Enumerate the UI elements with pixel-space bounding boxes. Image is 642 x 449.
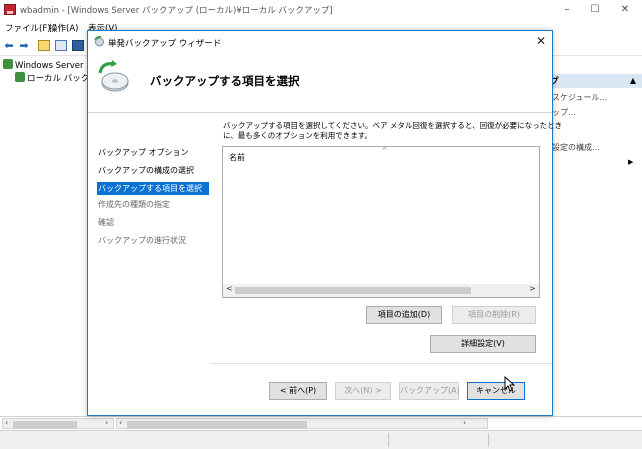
scroll-left-icon[interactable]: < xyxy=(226,284,233,293)
wizard-steps: バックアップ オプション バックアップの構成の選択 バックアップする項目を選択 … xyxy=(88,114,210,415)
menu-action[interactable]: 操作(A) xyxy=(49,22,78,34)
result-scroll-thumb[interactable] xyxy=(127,421,307,428)
show-hide-tree-icon[interactable] xyxy=(55,40,67,51)
step-backup-configuration[interactable]: バックアップの構成の選択 xyxy=(97,164,209,177)
wizard-titlebar: 単発バックアップ ウィザード ✕ xyxy=(88,31,552,53)
tree-scroll-thumb[interactable] xyxy=(13,421,77,428)
action-configure-settings[interactable]: 設定の構成... xyxy=(552,142,600,153)
action-backup-schedule[interactable]: スケジュール... xyxy=(552,92,607,103)
one-time-backup-wizard: 単発バックアップ ウィザード ✕ バックアップする項目を選択 バックアップ オプ… xyxy=(87,30,563,416)
status-divider xyxy=(388,433,389,447)
list-horizontal-scrollbar[interactable]: < > xyxy=(223,284,539,297)
wbadmin-app-icon xyxy=(4,4,16,15)
advanced-settings-button[interactable]: 詳細設定(V) xyxy=(430,335,536,353)
list-scroll-thumb[interactable] xyxy=(235,287,471,294)
next-button[interactable]: 次へ(N) > xyxy=(335,382,391,400)
step-backup-progress: バックアップの進行状況 xyxy=(98,236,186,245)
tree-scrollbar[interactable]: ‹ › xyxy=(2,418,114,429)
instruction-line-1: バックアップする項目を選択してください。ベア メタル回復を選択すると、回復が必要… xyxy=(223,121,563,130)
help-icon[interactable] xyxy=(72,40,84,51)
wizard-title: 単発バックアップ ウィザード xyxy=(108,39,222,49)
mmc-window-title: wbadmin - [Windows Server バックアップ (ローカル)¥… xyxy=(20,6,333,16)
wizard-header: バックアップする項目を選択 xyxy=(88,53,552,113)
backup-button[interactable]: バックアップ(A) xyxy=(399,382,460,400)
minimize-button[interactable]: – xyxy=(552,0,582,20)
maximize-button[interactable]: ☐ xyxy=(580,0,610,20)
scroll-right-icon[interactable]: › xyxy=(463,418,466,427)
tree-root-label: Windows Server バ xyxy=(15,61,95,71)
status-bar xyxy=(0,430,642,449)
step-backup-options[interactable]: バックアップ オプション xyxy=(97,146,209,159)
result-scrollbar[interactable]: ‹ › xyxy=(116,418,488,429)
button-divider xyxy=(210,363,552,364)
back-button[interactable]: < 前へ(P) xyxy=(269,382,327,400)
instruction-line-2: に、最も多くのオプションを利用できます。 xyxy=(223,131,373,140)
instruction-text: バックアップする項目を選択してください。ベア メタル回復を選択すると、回復が必要… xyxy=(223,121,563,141)
menu-file[interactable]: ファイル(F) xyxy=(5,22,51,34)
backup-wizard-icon xyxy=(94,36,104,47)
backup-items-list[interactable]: ^ 名前 < > xyxy=(222,146,540,298)
horizontal-scrollbars: ‹ › ‹ › xyxy=(0,416,642,430)
backup-icon xyxy=(15,72,25,82)
status-divider xyxy=(488,433,489,447)
tree-item-windows-server-backup[interactable]: Windows Server バ xyxy=(3,59,95,71)
submenu-arrow-icon[interactable]: ▶ xyxy=(628,158,633,166)
back-arrow-icon[interactable]: ⬅ xyxy=(3,39,15,52)
scroll-right-icon[interactable]: › xyxy=(105,418,108,427)
backup-disk-icon xyxy=(98,60,129,92)
add-items-button[interactable]: 項目の追加(D) xyxy=(366,306,442,324)
close-window-button[interactable]: ✕ xyxy=(610,0,640,20)
remove-items-button[interactable]: 項目の削除(R) xyxy=(452,306,536,324)
mouse-cursor-icon xyxy=(504,376,516,392)
action-backup-once[interactable]: ップ... xyxy=(552,107,576,118)
wizard-heading: バックアップする項目を選択 xyxy=(150,74,300,88)
sort-caret-icon: ^ xyxy=(381,146,388,155)
scroll-right-icon[interactable]: > xyxy=(529,284,536,293)
collapse-triangle-icon: ▲ xyxy=(629,76,636,85)
cancel-button[interactable]: キャンセル xyxy=(467,382,525,400)
wizard-content: バックアップする項目を選択してください。ベア メタル回復を選択すると、回復が必要… xyxy=(210,114,563,415)
step-confirmation: 確認 xyxy=(98,218,114,227)
scroll-left-icon[interactable]: ‹ xyxy=(5,418,8,427)
mmc-titlebar: wbadmin - [Windows Server バックアップ (ローカル)¥… xyxy=(0,0,642,20)
forward-arrow-icon[interactable]: ➡ xyxy=(18,39,30,52)
scroll-left-icon[interactable]: ‹ xyxy=(119,418,122,427)
folder-up-icon[interactable] xyxy=(38,40,50,51)
step-select-items[interactable]: バックアップする項目を選択 xyxy=(97,182,209,195)
wizard-close-button[interactable]: ✕ xyxy=(536,34,546,48)
step-destination-type: 作成先の種類の指定 xyxy=(98,200,170,209)
backup-icon xyxy=(3,59,13,69)
column-header-name[interactable]: 名前 xyxy=(229,152,245,163)
